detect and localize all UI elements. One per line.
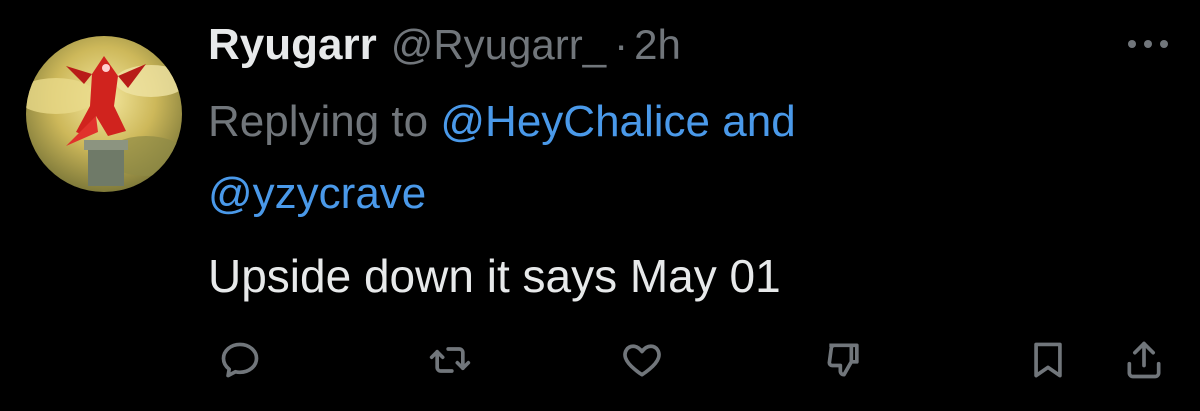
mention-connector[interactable]: and [722, 97, 795, 146]
mention-heychalice[interactable]: @HeyChalice [440, 97, 710, 146]
tweet-container[interactable]: Ryugarr @Ryugarr_ · 2h Replying to @HeyC… [0, 0, 1200, 411]
display-name[interactable]: Ryugarr [208, 20, 377, 70]
replying-to-line-2: @yzycrave [208, 166, 426, 222]
reply-button[interactable] [210, 330, 270, 390]
retweet-button[interactable] [420, 330, 480, 390]
mention-yzycrave[interactable]: @yzycrave [208, 169, 426, 218]
reply-icon [221, 342, 259, 378]
heart-icon [623, 344, 661, 377]
bookmark-icon [1034, 342, 1062, 378]
user-handle[interactable]: @Ryugarr_ [391, 21, 606, 69]
more-icon [1128, 40, 1168, 48]
avatar-image [26, 36, 182, 192]
action-bar [0, 330, 1200, 390]
share-button[interactable] [1114, 330, 1174, 390]
bookmark-button[interactable] [1018, 330, 1078, 390]
share-icon [1127, 341, 1161, 379]
replying-to-line: Replying to @HeyChalice and [208, 94, 796, 150]
separator-dot: · [614, 21, 629, 68]
avatar[interactable] [26, 36, 182, 192]
retweet-icon [429, 347, 471, 373]
dislike-button[interactable] [814, 330, 874, 390]
more-options-button[interactable] [1120, 30, 1176, 58]
like-button[interactable] [612, 330, 672, 390]
timestamp[interactable]: 2h [634, 21, 681, 69]
replying-to-label: Replying to [208, 97, 429, 146]
tweet-header: Ryugarr @Ryugarr_ · 2h [208, 20, 681, 76]
tweet-text: Upside down it says May 01 [208, 250, 781, 302]
thumbs-down-icon [827, 343, 859, 377]
